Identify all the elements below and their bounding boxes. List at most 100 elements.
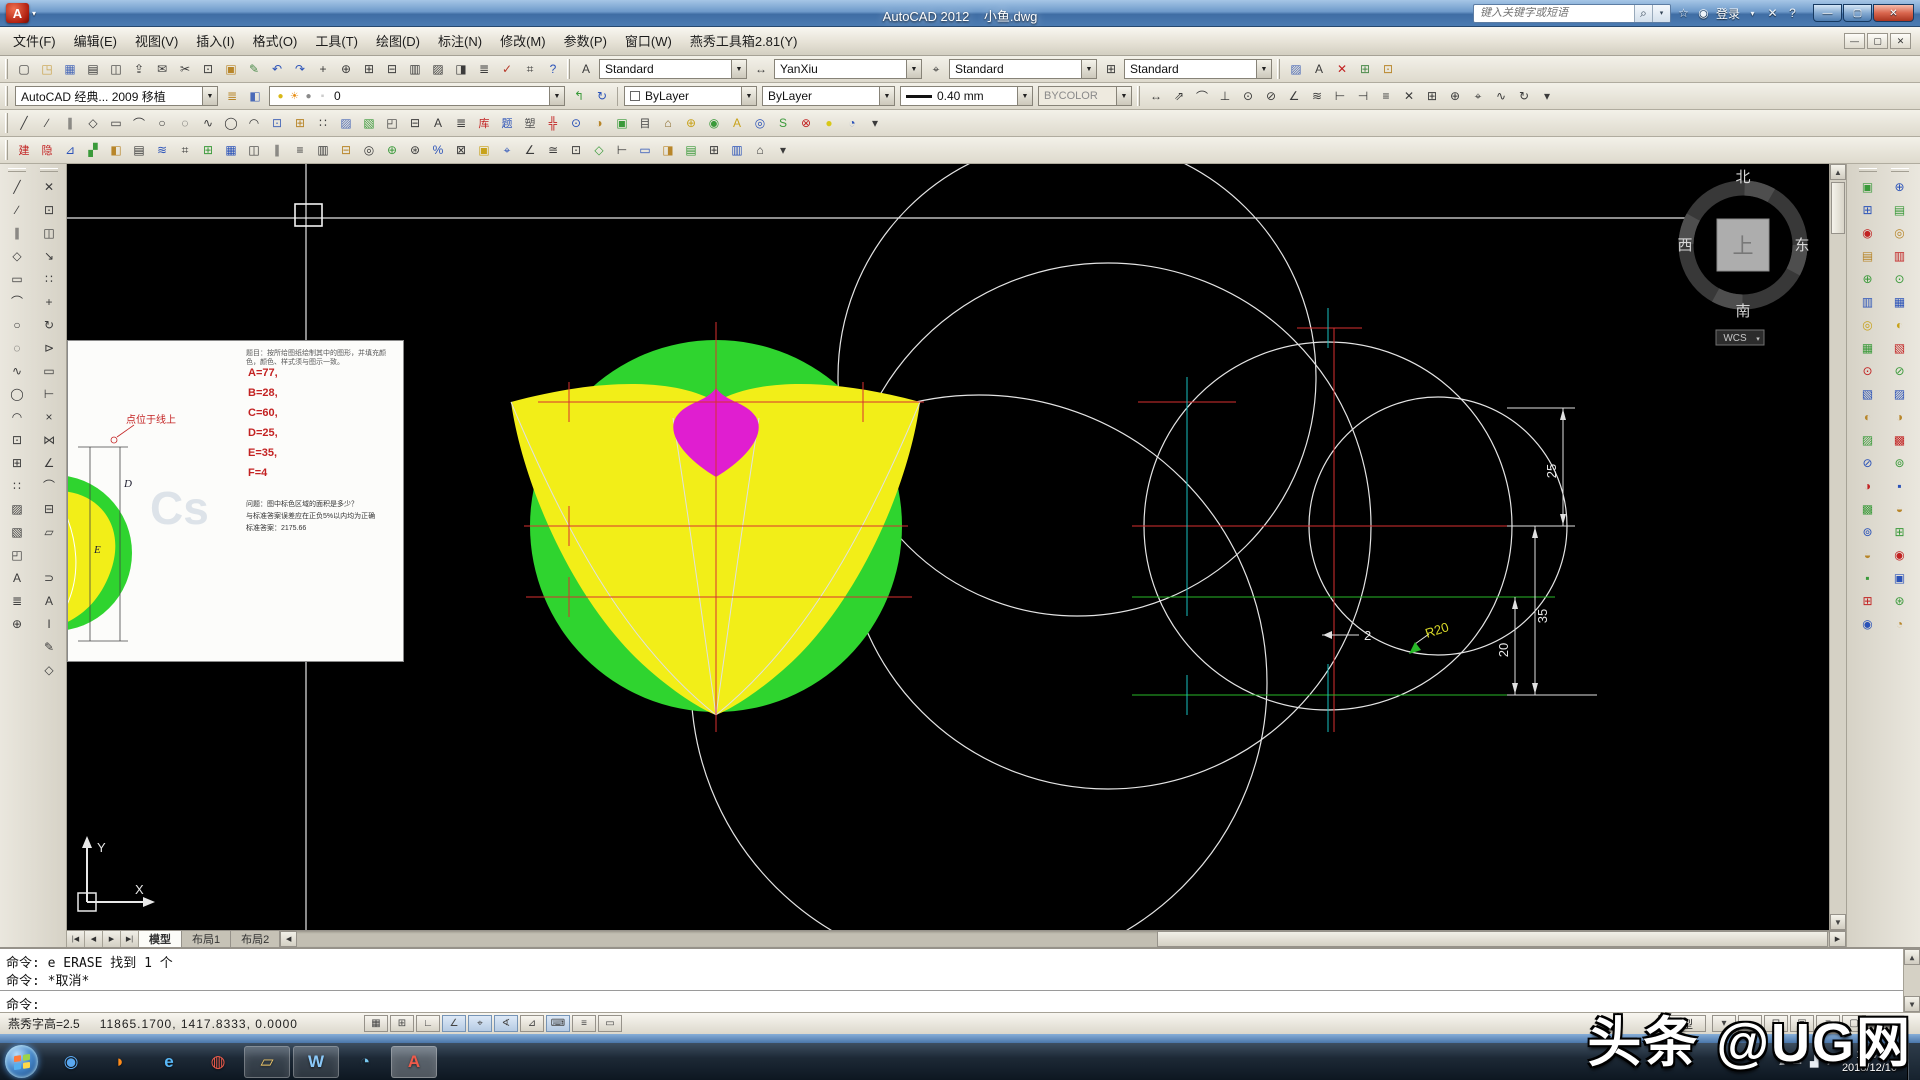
canvas-horizontal-scrollbar[interactable]: ◀ ▶: [280, 931, 1846, 947]
yanxiu-tool-icon[interactable]: ▤: [1888, 198, 1912, 221]
yanxiu-tool-icon[interactable]: ▩: [1888, 428, 1912, 451]
coordinate-readout[interactable]: 11865.1700, 1417.8333, 0.0000: [100, 1017, 298, 1031]
workspace-combo[interactable]: AutoCAD 经典... 2009 移植▼: [15, 86, 218, 106]
toolbar-icon[interactable]: ◎: [749, 113, 771, 134]
toolbar-icon[interactable]: ⊠: [450, 140, 472, 161]
toolbar-icon[interactable]: ▣: [611, 113, 633, 134]
star-icon[interactable]: ☆: [1676, 6, 1691, 20]
yanxiu-tool-icon[interactable]: ▤: [1856, 244, 1880, 267]
yanxiu-tool-icon[interactable]: ▪: [1888, 474, 1912, 497]
tab-nav-button[interactable]: ◀: [85, 931, 103, 947]
toolbar-grip[interactable]: [5, 140, 8, 160]
taskbar-qq-icon[interactable]: ◔: [342, 1046, 388, 1078]
toolbar-icon[interactable]: ⊡: [565, 140, 587, 161]
toolbar-icon[interactable]: ⌖: [496, 140, 518, 161]
layer-states-icon[interactable]: ◧: [244, 86, 266, 107]
toolbar-icon[interactable]: ≋: [151, 140, 173, 161]
modify-tool-icon[interactable]: ⊳: [37, 336, 61, 359]
toolpalettes-icon[interactable]: ◨: [450, 59, 472, 80]
yanxiu-tool-icon[interactable]: ◒: [1888, 497, 1912, 520]
taskbar-wps-icon[interactable]: W: [293, 1046, 339, 1078]
modify-tool-icon[interactable]: ⊡: [37, 198, 61, 221]
dimension-toolbar-icon[interactable]: ⊕: [1444, 86, 1466, 107]
toolbar-icon[interactable]: ◠: [243, 113, 265, 134]
yanxiu-tool-icon[interactable]: ▧: [1888, 336, 1912, 359]
modify-tool-icon[interactable]: ↻: [37, 313, 61, 336]
preview-icon[interactable]: ◫: [105, 59, 127, 80]
dimension-toolbar-icon[interactable]: ⌒: [1191, 86, 1213, 107]
dimension-toolbar-icon[interactable]: ▾: [1536, 86, 1558, 107]
layer-status-icon[interactable]: ▪: [316, 91, 329, 102]
ducs-toggle[interactable]: ⊿: [520, 1015, 544, 1032]
toolbar-grip[interactable]: [1859, 168, 1877, 172]
toolbar-icon[interactable]: ⊕: [381, 140, 403, 161]
toolbar-icon[interactable]: S: [772, 113, 794, 134]
toolbar-icon[interactable]: ▤: [680, 140, 702, 161]
menu-item[interactable]: 格式(O): [244, 28, 307, 55]
otrack-toggle[interactable]: ∢: [494, 1015, 518, 1032]
toolbar-icon[interactable]: ╱: [13, 113, 35, 134]
dimension-toolbar-icon[interactable]: ⊣: [1352, 86, 1374, 107]
toolbar-icon[interactable]: ▥: [312, 140, 334, 161]
publish-icon[interactable]: ⇪: [128, 59, 150, 80]
draw-tool-icon[interactable]: ⊞: [5, 451, 29, 474]
yanxiu-tool-icon[interactable]: ◑: [1856, 474, 1880, 497]
yanxiu-tool-icon[interactable]: ⊕: [1888, 175, 1912, 198]
yanxiu-tool-icon[interactable]: ⊛: [1888, 589, 1912, 612]
block-icon[interactable]: ⊡: [1377, 59, 1399, 80]
modify-tool-icon[interactable]: A: [37, 589, 61, 612]
style-combo-icon[interactable]: ↔: [750, 59, 772, 80]
dimension-toolbar-icon[interactable]: ⌖: [1467, 86, 1489, 107]
toolbar-icon[interactable]: ▧: [358, 113, 380, 134]
signin-link[interactable]: 登录: [1716, 5, 1740, 22]
taskbar-media-icon[interactable]: ◉: [48, 1046, 94, 1078]
draw-tool-icon[interactable]: ≣: [5, 589, 29, 612]
draw-tool-icon[interactable]: ╱: [5, 175, 29, 198]
scrollbar-thumb[interactable]: [1831, 182, 1845, 234]
layout-tab[interactable]: 布局1: [182, 931, 231, 947]
yanxiu-tool-icon[interactable]: ⊘: [1856, 451, 1880, 474]
toolbar-icon[interactable]: ●: [818, 113, 840, 134]
yanxiu-tool-icon[interactable]: ▩: [1856, 497, 1880, 520]
yanxiu-tool-icon[interactable]: ▨: [1888, 382, 1912, 405]
color-combo[interactable]: ByLayer▼: [624, 86, 757, 106]
style-combo[interactable]: Standard▼: [949, 59, 1097, 79]
toolbar-icon[interactable]: ∷: [312, 113, 334, 134]
toolbar-icon[interactable]: ▦: [220, 140, 242, 161]
dimension-toolbar-icon[interactable]: ∠: [1283, 86, 1305, 107]
toolbar-icon[interactable]: ╬: [542, 113, 564, 134]
toolbar-grip[interactable]: [1277, 59, 1280, 79]
close-button[interactable]: ✕: [1873, 4, 1914, 22]
toolbar-icon[interactable]: ◑: [588, 113, 610, 134]
yanxiu-tool-icon[interactable]: ▨: [1856, 428, 1880, 451]
plot-icon[interactable]: ▤: [82, 59, 104, 80]
toolbar-icon[interactable]: ∕: [36, 113, 58, 134]
sheetset-icon[interactable]: ≣: [473, 59, 495, 80]
scroll-up-icon[interactable]: ▲: [1904, 949, 1920, 965]
draw-tool-icon[interactable]: ∥: [5, 221, 29, 244]
toolbar-icon[interactable]: ⊛: [404, 140, 426, 161]
menu-item[interactable]: 编辑(E): [65, 28, 126, 55]
app-icon[interactable]: A: [6, 3, 29, 23]
layer-status-icon[interactable]: ☀: [288, 91, 301, 102]
tab-nav-button[interactable]: ▶|: [121, 931, 139, 947]
toolbar-icon[interactable]: ⌂: [657, 113, 679, 134]
zoom-window-icon[interactable]: ⊞: [358, 59, 380, 80]
lwt-toggle[interactable]: ≡: [572, 1015, 596, 1032]
designcenter-icon[interactable]: ▨: [427, 59, 449, 80]
toolbar-icon[interactable]: ⊟: [404, 113, 426, 134]
toolbar-icon[interactable]: ◉: [703, 113, 725, 134]
text-style-icon[interactable]: A: [1308, 59, 1330, 80]
draw-tool-icon[interactable]: ∷: [5, 474, 29, 497]
yanxiu-tool-icon[interactable]: ◐: [1856, 405, 1880, 428]
toolbar-icon[interactable]: %: [427, 140, 449, 161]
menu-item[interactable]: 文件(F): [4, 28, 65, 55]
menu-item[interactable]: 燕秀工具箱2.81(Y): [681, 28, 807, 55]
yanxiu-tool-icon[interactable]: ◎: [1856, 313, 1880, 336]
toolbar-icon[interactable]: ▭: [105, 113, 127, 134]
draw-tool-icon[interactable]: A: [5, 566, 29, 589]
command-prompt[interactable]: 命令:: [6, 994, 40, 1013]
toolbar-icon[interactable]: ◨: [657, 140, 679, 161]
yanxiu-tool-icon[interactable]: ⊞: [1888, 520, 1912, 543]
yanxiu-tool-icon[interactable]: ◉: [1856, 612, 1880, 635]
